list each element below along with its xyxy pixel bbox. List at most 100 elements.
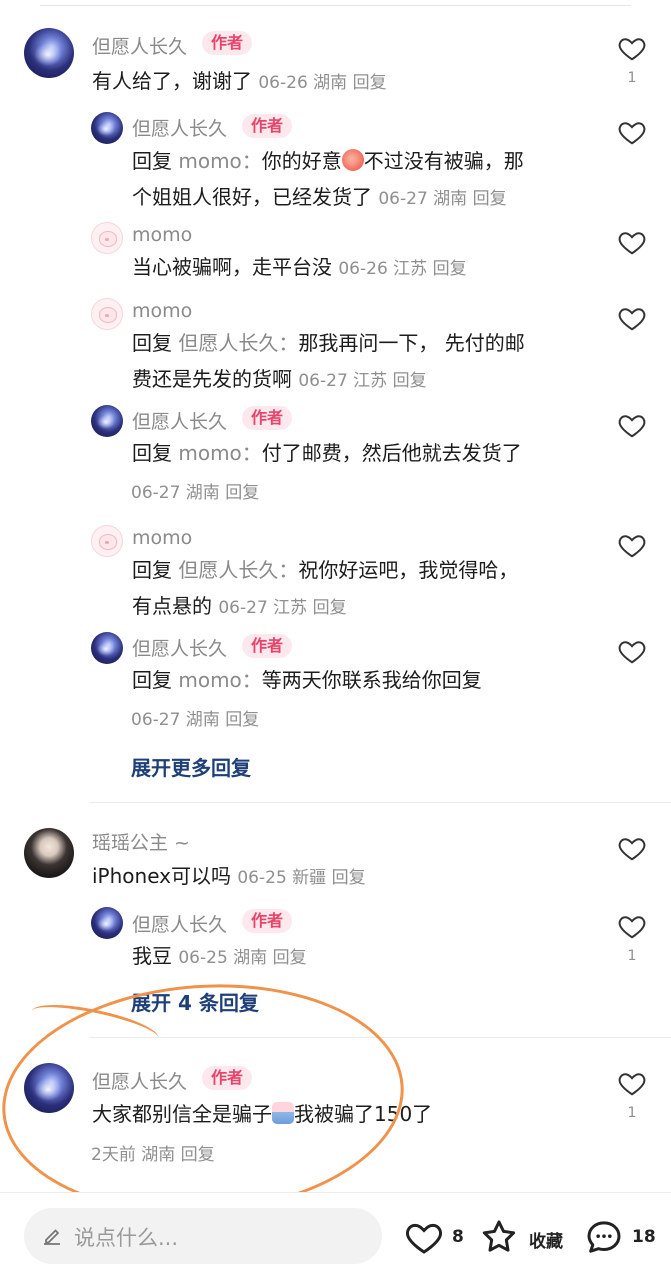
heart-icon[interactable] xyxy=(617,1068,647,1098)
reply-keyword: 回复 xyxy=(132,558,172,582)
comment-divider xyxy=(90,802,671,803)
reply-keyword: 回复 xyxy=(132,149,172,173)
heart-icon[interactable] xyxy=(404,1217,444,1257)
author-tag: 作者 xyxy=(242,406,293,430)
reply-target[interactable]: momo： xyxy=(178,149,261,173)
comment-input[interactable]: 说点什么... xyxy=(24,1208,382,1264)
avatar[interactable] xyxy=(91,525,123,557)
star-icon[interactable] xyxy=(479,1217,519,1257)
comment-divider xyxy=(90,1037,671,1038)
reply-keyword: 回复 xyxy=(132,441,172,465)
reply-text: 我豆 06-25 湖南 回复 xyxy=(132,938,307,976)
avatar[interactable] xyxy=(91,112,123,144)
reply-meta[interactable]: 06-27 湖南 回复 xyxy=(131,478,259,503)
comment-input-placeholder: 说点什么... xyxy=(74,1226,179,1250)
heart-icon[interactable] xyxy=(617,833,647,863)
reply-body: 你的好意 xyxy=(261,149,342,173)
author-tag: 作者 xyxy=(242,909,293,933)
reply-meta[interactable]: 06-27 湖南 回复 xyxy=(378,189,506,209)
heart-icon[interactable] xyxy=(617,530,647,560)
comment-author-name[interactable]: 但愿人长久 xyxy=(92,32,187,59)
comment-author-name[interactable]: 但愿人长久 xyxy=(92,1067,187,1094)
like-count: 1 xyxy=(627,948,637,964)
reply-text: 回复 但愿人长久：祝你好运吧，我觉得哈， 有点悬的 06-27 江苏 回复 xyxy=(132,552,592,626)
comment-meta[interactable]: 06-25 新疆 回复 xyxy=(237,868,365,888)
reply-body-3: 个姐姐人很好，已经发货了 xyxy=(132,185,372,209)
avatar[interactable] xyxy=(24,28,74,78)
reply-meta[interactable]: 06-27 江苏 回复 xyxy=(218,598,346,618)
heart-icon[interactable] xyxy=(617,911,647,941)
avatar[interactable] xyxy=(91,298,123,330)
reply-target[interactable]: 但愿人长久： xyxy=(178,558,298,582)
comment-count: 18 xyxy=(632,1227,656,1247)
heart-icon[interactable] xyxy=(617,410,647,440)
reply-meta[interactable]: 06-26 江苏 回复 xyxy=(338,259,466,279)
like-count: 8 xyxy=(452,1227,464,1247)
expand-replies-link[interactable]: 展开更多回复 xyxy=(131,752,251,781)
avatar[interactable] xyxy=(91,632,123,664)
reply-text: 回复 momo：付了邮费，然后他就去发货了 xyxy=(132,435,592,471)
reply-body: 我豆 xyxy=(132,944,172,968)
reply-body-2: 不过没有被骗，那 xyxy=(363,149,524,173)
reply-author-name[interactable]: momo xyxy=(132,224,192,246)
cake-emoji-icon xyxy=(272,1102,294,1124)
reply-author-name[interactable]: momo xyxy=(132,300,192,322)
reply-body-2: 有点悬的 xyxy=(132,594,212,618)
reply-target[interactable]: 但愿人长久： xyxy=(178,331,298,355)
comment-body-2: 我被骗了150了 xyxy=(294,1102,433,1126)
heart-icon[interactable] xyxy=(617,33,647,63)
favorite-label[interactable]: 收藏 xyxy=(529,1227,563,1252)
reply-author-name[interactable]: 但愿人长久 xyxy=(132,634,227,661)
chat-bubble-icon[interactable] xyxy=(584,1217,624,1257)
reply-target[interactable]: momo： xyxy=(178,441,261,465)
avatar[interactable] xyxy=(91,405,123,437)
heart-icon[interactable] xyxy=(617,227,647,257)
comment-body: 大家都别信全是骗子 xyxy=(92,1102,272,1126)
reply-meta[interactable]: 06-27 湖南 回复 xyxy=(131,705,259,730)
author-tag: 作者 xyxy=(202,31,253,55)
avatar[interactable] xyxy=(24,1063,74,1113)
reply-keyword: 回复 xyxy=(132,331,172,355)
reply-body-2: 费还是先发的货啊 xyxy=(132,367,292,391)
avatar[interactable] xyxy=(24,828,74,878)
bottom-action-bar: 说点什么... 8 收藏 18 xyxy=(0,1192,671,1280)
expand-replies-link[interactable]: 展开 4 条回复 xyxy=(131,987,259,1016)
pencil-icon xyxy=(44,1229,60,1245)
heart-icon[interactable] xyxy=(617,636,647,666)
reply-meta[interactable]: 06-27 江苏 回复 xyxy=(298,371,426,391)
reply-author-name[interactable]: momo xyxy=(132,527,192,549)
comment-meta[interactable]: 06-26 湖南 回复 xyxy=(258,73,386,93)
reply-keyword: 回复 xyxy=(132,668,172,692)
reply-text: 回复 momo：你的好意 不过没有被骗，那 个姐姐人很好，已经发货了 06-27 … xyxy=(132,143,592,217)
comment-body: 有人给了，谢谢了 xyxy=(92,69,252,93)
avatar[interactable] xyxy=(91,907,123,939)
reply-body: 祝你好运吧，我觉得哈， xyxy=(298,558,519,582)
heart-icon[interactable] xyxy=(617,303,647,333)
comment-body: iPhonex可以吗 xyxy=(92,864,231,888)
peach-emoji-icon xyxy=(341,149,364,171)
reply-text: 回复 momo：等两天你联系我给你回复 xyxy=(132,662,592,698)
reply-author-name[interactable]: 但愿人长久 xyxy=(132,407,227,434)
avatar[interactable] xyxy=(91,222,123,254)
reply-body: 等两天你联系我给你回复 xyxy=(261,668,482,692)
reply-body: 付了邮费，然后他就去发货了 xyxy=(261,441,522,465)
heart-icon[interactable] xyxy=(617,117,647,147)
comment-text: iPhonex可以吗 06-25 新疆 回复 xyxy=(92,858,366,896)
reply-body: 那我再问一下， 先付的邮 xyxy=(298,331,525,355)
reply-author-name[interactable]: 但愿人长久 xyxy=(132,114,227,141)
reply-meta[interactable]: 06-25 湖南 回复 xyxy=(178,948,306,968)
reply-author-name[interactable]: 但愿人长久 xyxy=(132,910,227,937)
author-tag: 作者 xyxy=(242,634,293,658)
reply-text: 当心被骗啊，走平台没 06-26 江苏 回复 xyxy=(132,249,467,287)
like-count: 1 xyxy=(627,1105,637,1121)
comment-meta[interactable]: 2天前 湖南 回复 xyxy=(91,1140,215,1165)
reply-text: 回复 但愿人长久：那我再问一下， 先付的邮 费还是先发的货啊 06-27 江苏 … xyxy=(132,325,592,399)
comment-text: 大家都别信全是骗子 我被骗了150了 xyxy=(92,1096,432,1132)
like-count: 1 xyxy=(627,70,637,86)
top-divider xyxy=(40,0,631,6)
reply-body: 当心被骗啊，走平台没 xyxy=(132,255,332,279)
author-tag: 作者 xyxy=(202,1066,253,1090)
comment-author-name[interactable]: 瑶瑶公主 ~ xyxy=(92,828,190,855)
comment-text: 有人给了，谢谢了 06-26 湖南 回复 xyxy=(92,63,387,101)
reply-target[interactable]: momo： xyxy=(178,668,261,692)
